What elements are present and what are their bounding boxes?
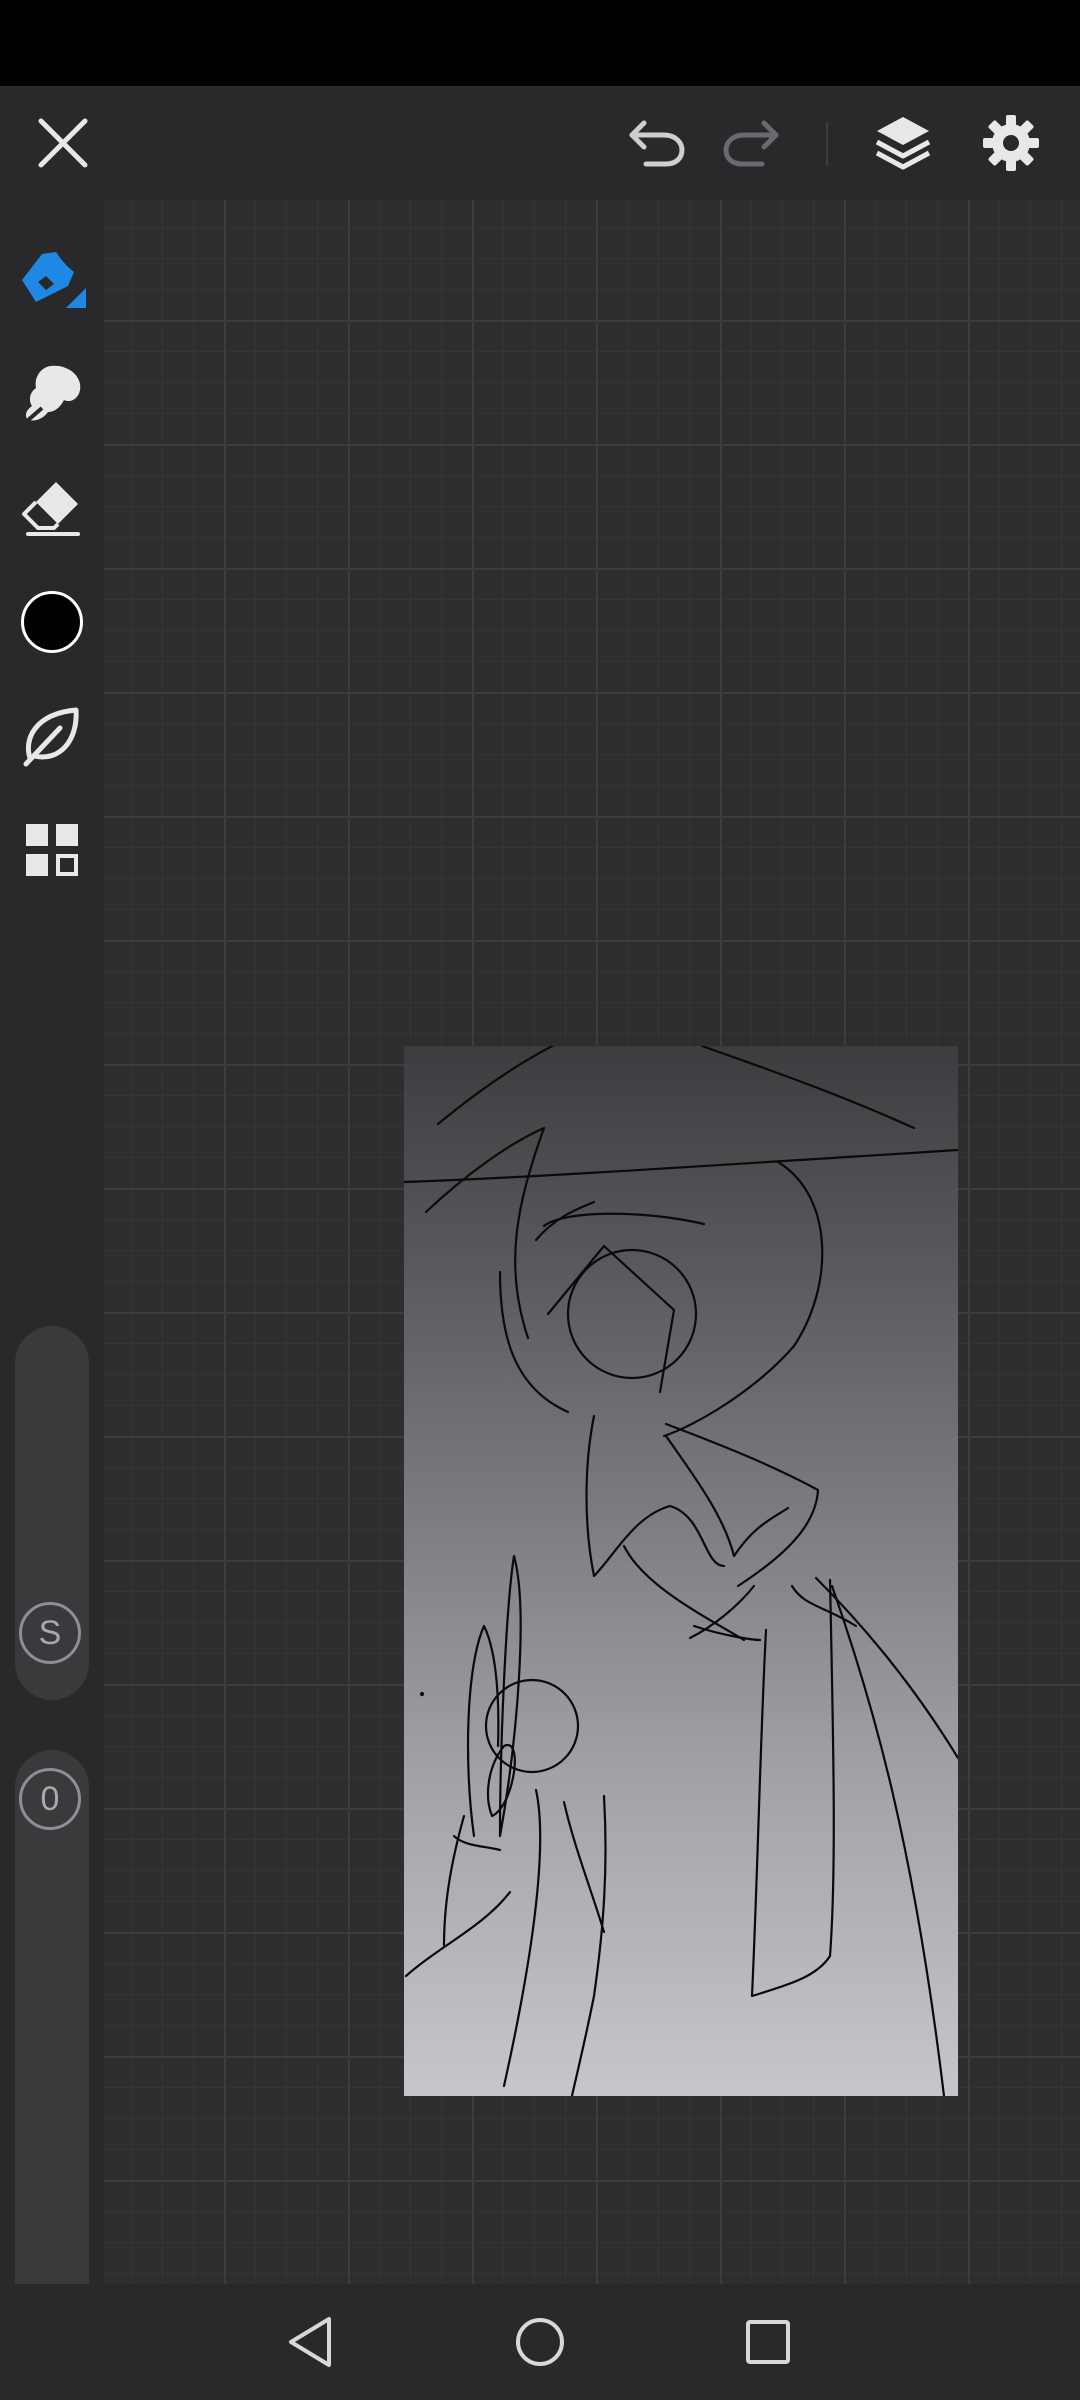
home-button[interactable] xyxy=(480,2284,600,2400)
sketch-strokes xyxy=(404,1046,958,2096)
recents-button[interactable] xyxy=(708,2284,828,2400)
undo-icon xyxy=(629,120,685,167)
current-color-swatch xyxy=(21,591,83,653)
drawing-canvas[interactable] xyxy=(404,1046,958,2096)
redo-button[interactable] xyxy=(697,86,807,200)
layers-icon xyxy=(875,117,931,170)
eraser-tool-button[interactable] xyxy=(0,456,104,560)
smudge-tool-button[interactable] xyxy=(0,342,104,446)
opacity-slider-badge: 0 xyxy=(19,1768,81,1830)
back-icon xyxy=(289,2317,331,2367)
drawing-app: S 0 xyxy=(0,0,1080,2400)
tool-sidebar: S 0 xyxy=(0,200,104,2342)
recents-icon xyxy=(746,2320,790,2364)
status-bar xyxy=(0,0,1080,86)
undo-button[interactable] xyxy=(601,86,711,200)
top-toolbar xyxy=(0,86,1080,200)
eraser-icon xyxy=(22,482,80,536)
grid-icon xyxy=(26,824,78,876)
grid-menu-button[interactable] xyxy=(0,798,104,902)
home-icon xyxy=(516,2318,564,2366)
redo-icon xyxy=(723,120,779,167)
pen-icon xyxy=(22,252,86,308)
size-slider-badge: S xyxy=(19,1602,81,1664)
color-picker-button[interactable] xyxy=(0,570,104,674)
smudge-icon xyxy=(24,365,81,424)
layers-button[interactable] xyxy=(848,86,958,200)
back-button[interactable] xyxy=(250,2284,370,2400)
system-navigation-bar xyxy=(0,2284,1080,2400)
gear-icon xyxy=(983,115,1039,171)
settings-button[interactable] xyxy=(956,86,1066,200)
pen-tool-button[interactable] xyxy=(0,228,104,332)
toolbar-divider xyxy=(826,122,828,166)
close-button[interactable] xyxy=(8,86,118,200)
brush-library-button[interactable] xyxy=(0,684,104,788)
leaf-icon xyxy=(23,707,79,767)
close-icon xyxy=(38,118,88,168)
canvas-workspace[interactable] xyxy=(104,200,1080,2284)
opacity-slider[interactable] xyxy=(15,1750,89,2342)
